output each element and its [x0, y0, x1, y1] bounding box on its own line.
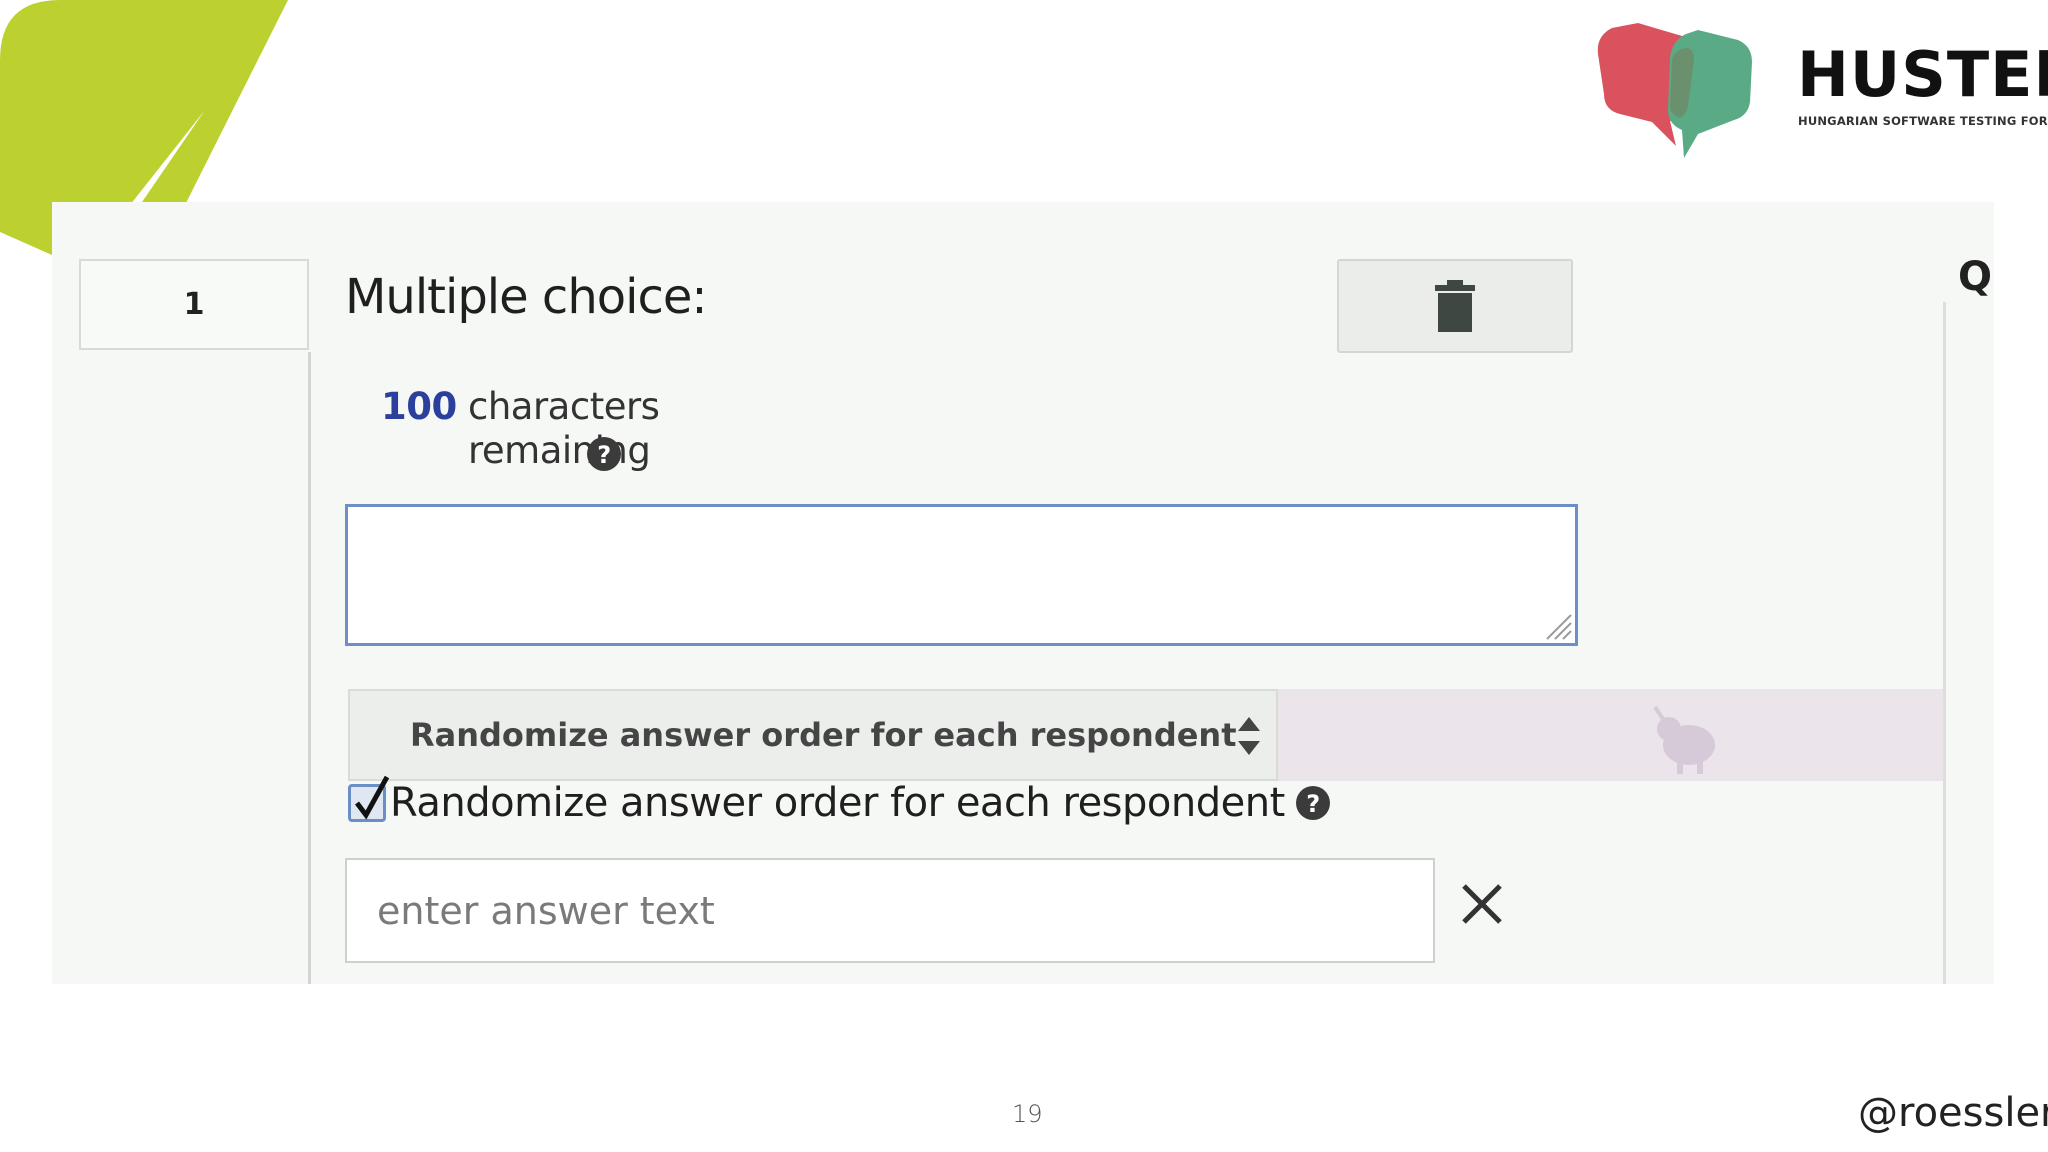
svg-text:?: ? [1306, 790, 1319, 818]
divider-left [308, 352, 311, 984]
help-icon[interactable]: ? [586, 436, 622, 472]
characters-remaining-label: characters remaining [468, 385, 660, 472]
select-arrows-icon [1238, 717, 1260, 755]
delete-question-button[interactable] [1337, 259, 1573, 353]
close-icon[interactable] [1460, 882, 1504, 926]
randomize-select[interactable]: Randomize answer order for each responde… [348, 689, 1278, 781]
trash-icon [1435, 280, 1475, 332]
svg-text:?: ? [597, 441, 610, 469]
randomize-select-value: Randomize answer order for each responde… [410, 716, 1237, 754]
resize-grip-icon[interactable] [1543, 611, 1573, 641]
randomize-checkbox[interactable] [348, 775, 390, 822]
logo-wordmark: HUSTEF [1797, 38, 2048, 111]
edge-text: Q [1958, 254, 1993, 300]
divider-right [1943, 302, 1946, 984]
question-number: 1 [79, 259, 309, 350]
unicorn-icon [1653, 705, 1715, 774]
help-icon[interactable]: ? [1295, 785, 1331, 821]
logo-tagline: HUNGARIAN SOFTWARE TESTING FORUM [1798, 114, 2048, 128]
form-screenshot: 1 Q Multiple choice: 100 characters rema… [52, 202, 1994, 984]
randomize-checkbox-row[interactable]: Randomize answer order for each responde… [348, 775, 1331, 826]
randomize-checkbox-label: Randomize answer order for each responde… [390, 780, 1285, 826]
twitter-handle: @roesslerj [1858, 1090, 2048, 1136]
characters-remaining-count: 100 [381, 385, 457, 428]
question-type-title: Multiple choice: [345, 269, 708, 325]
select-highlight-band [1278, 689, 1943, 781]
answer-text-input[interactable] [345, 858, 1435, 963]
characters-remaining: 100 characters remaining ? [381, 385, 698, 473]
page-number: 19 [1012, 1100, 1043, 1128]
question-text-area[interactable] [345, 504, 1578, 646]
checkmark-icon [355, 775, 390, 820]
